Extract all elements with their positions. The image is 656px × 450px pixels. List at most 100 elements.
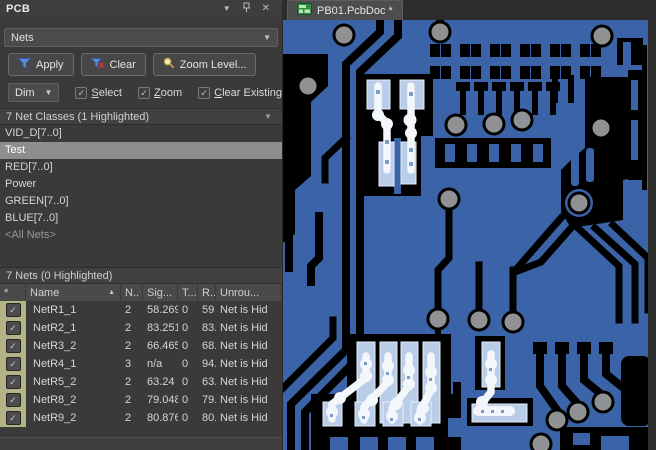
pcb-editor-canvas[interactable] <box>283 20 656 450</box>
col-nodes[interactable]: N.. <box>121 284 143 301</box>
table-row[interactable]: ✓ NetR5_2 2 63.24 0 63. Net is Hid <box>0 373 282 391</box>
net-nodes: 2 <box>125 376 132 388</box>
table-row[interactable]: ✓ NetR9_2 2 80.876 0 80. Net is Hid <box>0 409 282 427</box>
dim-mode-select[interactable]: Dim ▼ <box>8 83 60 102</box>
net-unrouted: Net is Hid <box>220 412 268 424</box>
net-track: 0 <box>182 304 189 316</box>
panel-dropdown-icon[interactable]: ▼ <box>223 4 231 13</box>
table-row[interactable]: ✓ NetR3_2 2 66.465 0 68. Net is Hid <box>0 337 282 355</box>
net-unrouted: Net is Hid <box>220 340 268 352</box>
altium-workspace: PCB ▼ ✕ Nets ▼ Apply Clear Zoom Level...… <box>0 0 656 450</box>
nets-header-label: 7 Nets (0 Highlighted) <box>6 269 113 282</box>
net-enabled-cell[interactable]: ✓ <box>0 355 26 373</box>
net-class-item-selected[interactable]: Test <box>0 142 282 159</box>
col-routed[interactable]: R... <box>198 284 216 301</box>
net-unrouted: Net is Hid <box>220 304 268 316</box>
dim-mode-value: Dim <box>15 86 35 99</box>
apply-button[interactable]: Apply <box>8 53 74 76</box>
net-name: NetR3_2 <box>33 340 77 352</box>
net-class-item[interactable]: Power <box>0 176 282 193</box>
pcb-document-icon <box>297 3 312 18</box>
net-nodes: 2 <box>125 394 132 406</box>
col-name[interactable]: Name ▲ <box>26 284 121 301</box>
net-nodes: 2 <box>125 412 132 424</box>
clear-funnel-icon <box>90 57 105 72</box>
net-class-item[interactable]: VID_D[7..0] <box>0 125 282 142</box>
net-unrouted: Net is Hid <box>220 358 268 370</box>
zoom-checkbox-label: Zoom <box>153 86 183 99</box>
net-enabled-cell[interactable]: ✓ <box>0 319 26 337</box>
net-signal: 66.465 <box>147 340 178 352</box>
net-name: NetR2_1 <box>33 322 77 334</box>
chevron-down-icon: ▼ <box>263 33 271 42</box>
net-track: 0 <box>182 358 189 370</box>
net-routed: 94. <box>202 358 216 370</box>
zoom-checkbox[interactable]: ✓ Zoom <box>137 86 183 99</box>
nets-table-body: ✓ NetR1_1 2 58.269 0 59 Net is Hid ✓ Net… <box>0 301 282 427</box>
checkbox-check-icon: ✓ <box>5 357 21 371</box>
checkbox-check-icon: ✓ <box>5 375 21 389</box>
panel-title: PCB <box>6 2 31 15</box>
col-unrouted[interactable]: Unrou... <box>216 284 282 301</box>
zoom-level-button[interactable]: Zoom Level... <box>152 53 257 76</box>
pin-icon[interactable] <box>242 2 251 15</box>
apply-label: Apply <box>36 58 64 71</box>
checkbox-check-icon: ✓ <box>5 339 21 353</box>
net-track: 0 <box>182 322 189 334</box>
net-enabled-cell[interactable]: ✓ <box>0 409 26 427</box>
panel-splitter[interactable] <box>0 437 282 450</box>
net-class-list: VID_D[7..0] Test RED[7..0] Power GREEN[7… <box>0 125 282 244</box>
net-signal: n/a <box>147 358 163 370</box>
net-enabled-cell[interactable]: ✓ <box>0 301 26 319</box>
net-enabled-cell[interactable]: ✓ <box>0 373 26 391</box>
checkbox-check-icon: ✓ <box>5 393 21 407</box>
net-track: 0 <box>182 394 189 406</box>
pcb-panel: PCB ▼ ✕ Nets ▼ Apply Clear Zoom Level...… <box>0 0 283 450</box>
document-tab-bar: PB01.PcbDoc * <box>283 0 656 20</box>
net-name: NetR1_1 <box>33 304 77 316</box>
net-unrouted: Net is Hid <box>220 322 268 334</box>
net-unrouted: Net is Hid <box>220 376 268 388</box>
col-star[interactable]: * <box>0 284 26 301</box>
col-name-label: Name <box>30 286 60 299</box>
clear-existing-checkbox[interactable]: ✓ Clear Existing <box>198 86 282 99</box>
net-nodes: 2 <box>125 304 132 316</box>
net-enabled-cell[interactable]: ✓ <box>0 391 26 409</box>
zoom-level-label: Zoom Level... <box>179 58 247 71</box>
panel-mode-select[interactable]: Nets ▼ <box>4 28 278 47</box>
net-classes-header[interactable]: 7 Net Classes (1 Highlighted) ▼ <box>0 108 282 125</box>
net-enabled-cell[interactable]: ✓ <box>0 337 26 355</box>
net-class-item[interactable]: BLUE[7..0] <box>0 210 282 227</box>
col-track[interactable]: T... <box>178 284 198 301</box>
net-class-item-all-nets[interactable]: <All Nets> <box>0 227 282 244</box>
net-routed: 68. <box>202 340 216 352</box>
checkbox-check-icon: ✓ <box>75 86 88 99</box>
net-signal: 80.876 <box>147 412 178 424</box>
nets-header[interactable]: 7 Nets (0 Highlighted) <box>0 267 282 284</box>
net-routed: 59 <box>202 304 215 316</box>
filter-toolbar: Apply Clear Zoom Level... <box>8 53 282 76</box>
panel-titlebar: PCB ▼ ✕ <box>0 0 282 17</box>
col-signal[interactable]: Sig... <box>143 284 178 301</box>
clear-label: Clear <box>109 58 136 71</box>
net-track: 0 <box>182 376 189 388</box>
net-routed: 63. <box>202 376 216 388</box>
pcb-board-graphic <box>283 20 656 450</box>
table-row[interactable]: ✓ NetR4_1 3 n/a 0 94. Net is Hid <box>0 355 282 373</box>
net-class-item[interactable]: RED[7..0] <box>0 159 282 176</box>
panel-mode-value: Nets <box>11 31 34 44</box>
table-row[interactable]: ✓ NetR2_1 2 83.251 0 83. Net is Hid <box>0 319 282 337</box>
nets-table-header: * Name ▲ N.. Sig... T... R... Unrou... <box>0 284 282 301</box>
close-icon[interactable]: ✕ <box>262 3 270 14</box>
table-row[interactable]: ✓ NetR1_1 2 58.269 0 59 Net is Hid <box>0 301 282 319</box>
net-class-item[interactable]: GREEN[7..0] <box>0 193 282 210</box>
table-row[interactable]: ✓ NetR8_2 2 79.048 0 79. Net is Hid <box>0 391 282 409</box>
magnifier-icon <box>163 57 175 72</box>
net-name: NetR8_2 <box>33 394 77 406</box>
sort-ascending-icon: ▲ <box>108 289 115 296</box>
clear-button[interactable]: Clear <box>80 53 146 76</box>
checkbox-check-icon: ✓ <box>5 303 21 317</box>
select-checkbox[interactable]: ✓ Select <box>75 86 122 99</box>
checkbox-check-icon: ✓ <box>198 86 211 99</box>
tab-pb01-pcbdoc[interactable]: PB01.PcbDoc * <box>287 0 403 20</box>
